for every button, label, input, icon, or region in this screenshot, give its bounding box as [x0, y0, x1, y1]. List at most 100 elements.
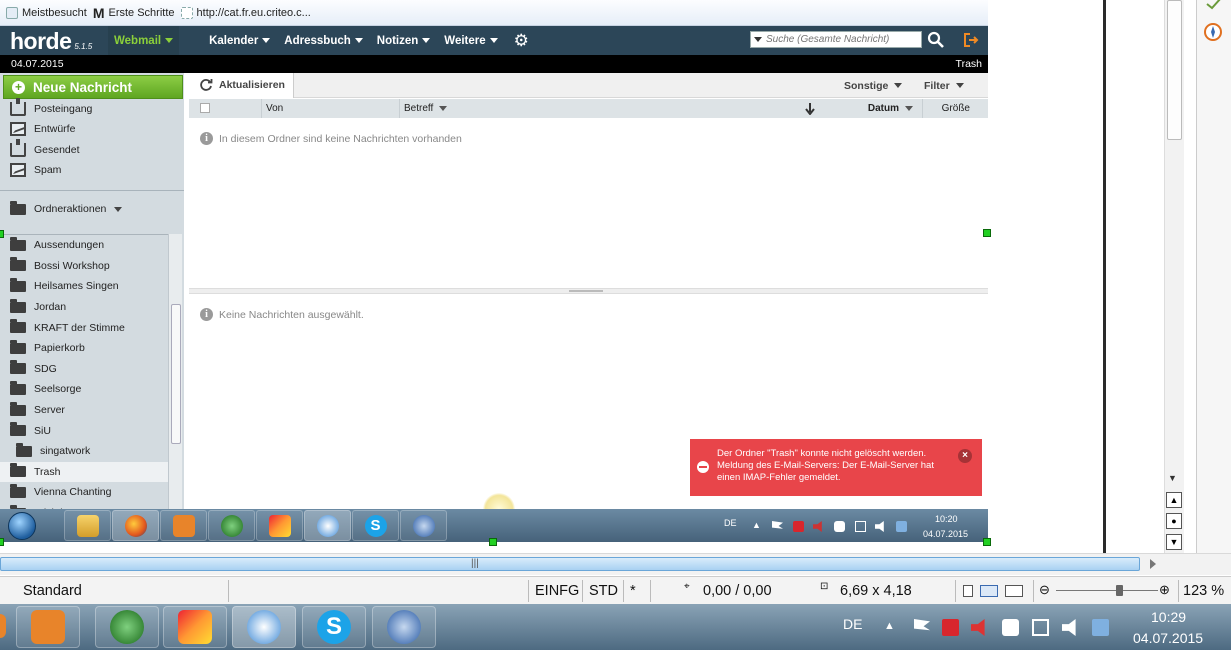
folder-scrollbar[interactable] — [168, 234, 182, 542]
flag-icon[interactable] — [772, 521, 783, 529]
sidebar-item-inbox[interactable]: Posteingang — [10, 98, 92, 118]
update-icon[interactable] — [896, 521, 907, 532]
windows-start-icon[interactable] — [8, 512, 36, 540]
taskbar-explorer[interactable] — [64, 510, 111, 541]
zoom-slider[interactable] — [1056, 590, 1158, 591]
nav-more[interactable]: Weitere — [444, 35, 498, 47]
navigation-dot-icon[interactable]: ● — [1166, 513, 1182, 529]
zoom-level[interactable]: 123 % — [1183, 577, 1224, 605]
taskbar-thunderbird[interactable] — [372, 606, 436, 648]
taskbar-skype[interactable]: S — [302, 606, 366, 648]
search-input[interactable] — [766, 34, 914, 45]
sidebar-item-spam[interactable]: Spam — [10, 161, 61, 179]
tray-expand-icon[interactable]: ▲ — [752, 520, 761, 530]
sidebar-folder-item[interactable]: singatwork — [0, 441, 168, 462]
sidebar-folder-item[interactable]: Heilsames Singen — [0, 276, 168, 297]
dropbox-icon[interactable] — [1002, 619, 1019, 636]
antivirus-icon[interactable] — [942, 619, 959, 636]
search-icon[interactable] — [927, 31, 945, 49]
page-style[interactable]: Standard — [23, 577, 82, 605]
scroll-right-arrow-icon[interactable] — [1150, 559, 1156, 569]
other-menu[interactable]: Sonstige — [844, 73, 903, 98]
scrollbar-thumb[interactable] — [171, 304, 181, 444]
taskbar-openoffice[interactable] — [304, 510, 351, 541]
nav-calendar[interactable]: Kalender — [209, 35, 271, 47]
folder-actions[interactable]: Ordneraktionen — [10, 200, 123, 215]
taskbar-openoffice[interactable] — [232, 606, 296, 648]
sidebar-folder-item[interactable]: Bossi Workshop — [0, 256, 168, 277]
new-message-button[interactable]: + Neue Nachricht — [3, 75, 183, 99]
clock-date[interactable]: 04.07.2015 — [923, 529, 968, 539]
dropbox-icon[interactable] — [834, 521, 845, 532]
nav-addressbook[interactable]: Adressbuch — [284, 35, 363, 47]
update-icon[interactable] — [1092, 619, 1109, 636]
multi-page-view-icon[interactable] — [980, 585, 998, 597]
network-icon[interactable] — [855, 521, 866, 532]
antivirus-icon[interactable] — [793, 521, 804, 532]
nav-notes[interactable]: Notizen — [377, 35, 431, 47]
gear-icon[interactable]: ⚙ — [514, 31, 529, 51]
sort-arrow-down-icon[interactable] — [805, 103, 815, 115]
taskbar-thunderbird[interactable] — [400, 510, 447, 541]
column-from[interactable]: Von — [261, 99, 283, 118]
book-view-icon[interactable] — [1005, 585, 1023, 597]
sidebar-item-drafts[interactable]: Entwürfe — [10, 120, 75, 138]
language-indicator[interactable]: DE — [843, 616, 862, 632]
taskbar-photos[interactable] — [163, 606, 227, 648]
select-all-checkbox[interactable] — [200, 103, 210, 113]
flag-icon[interactable] — [914, 619, 930, 631]
navigator-compass-icon[interactable] — [1203, 22, 1223, 42]
speaker-muted-icon[interactable] — [971, 619, 985, 636]
scrollbar-thumb[interactable] — [1167, 0, 1182, 140]
selection-handle[interactable] — [983, 538, 991, 546]
search-scope-chevron-icon[interactable] — [754, 37, 762, 42]
selection-handle[interactable] — [0, 230, 4, 238]
zoom-in-icon[interactable]: ⊕ — [1159, 582, 1170, 598]
close-icon[interactable]: × — [958, 449, 972, 463]
sidebar-folder-item[interactable]: Aussendungen — [0, 235, 168, 256]
column-date[interactable]: Datum — [819, 99, 921, 118]
selection-handle[interactable] — [983, 229, 991, 237]
clock-date[interactable]: 04.07.2015 — [1133, 630, 1203, 646]
clock-time[interactable]: 10:29 — [1151, 609, 1186, 625]
taskbar-media[interactable] — [160, 510, 207, 541]
next-page-icon[interactable]: ▼ — [1166, 534, 1182, 550]
taskbar-globe[interactable] — [208, 510, 255, 541]
sidebar-item-sent[interactable]: Gesendet — [10, 139, 80, 159]
vertical-scrollbar[interactable] — [1164, 0, 1184, 553]
column-size[interactable]: Größe — [922, 99, 988, 118]
taskbar-globe[interactable] — [95, 606, 159, 648]
bookmark-criteo[interactable]: http://cat.fr.eu.criteo.c... — [180, 6, 311, 19]
scrollbar-thumb[interactable]: ||| — [0, 557, 1140, 571]
taskbar-photos[interactable] — [256, 510, 303, 541]
bookmark-getting-started[interactable]: M Erste Schritte — [93, 6, 175, 20]
horizontal-scrollbar[interactable]: ||| — [0, 553, 1231, 575]
taskbar-media[interactable] — [16, 606, 80, 648]
clock-time[interactable]: 10:20 — [935, 514, 958, 524]
taskbar-firefox[interactable] — [112, 510, 159, 541]
zoom-slider-knob[interactable] — [1116, 585, 1124, 596]
volume-icon[interactable] — [1062, 619, 1076, 636]
pane-splitter[interactable] — [189, 288, 988, 294]
single-page-view-icon[interactable] — [963, 585, 973, 597]
refresh-button[interactable]: Aktualisieren — [189, 72, 294, 98]
logout-icon[interactable] — [962, 31, 980, 49]
sidebar-folder-item[interactable]: Trash — [0, 461, 168, 483]
sidebar-folder-item[interactable]: Jordan — [0, 297, 168, 318]
sidebar-folder-item[interactable]: Server — [0, 400, 168, 421]
selection-handle[interactable] — [489, 538, 497, 546]
network-icon[interactable] — [1032, 619, 1049, 636]
horde-logo[interactable]: horde 5.1.5 — [0, 29, 110, 53]
sidebar-folder-item[interactable]: Vienna Chanting — [0, 482, 168, 503]
bookmark-most-visited[interactable]: Meistbesucht — [6, 6, 87, 19]
filter-menu[interactable]: Filter — [924, 73, 964, 98]
insert-mode[interactable]: EINFG — [535, 577, 579, 605]
styles-icon[interactable] — [1205, 0, 1223, 10]
nav-webmail[interactable]: Webmail — [108, 26, 180, 55]
volume-icon[interactable] — [875, 521, 884, 532]
sidebar-folder-item[interactable]: SiU — [0, 420, 168, 441]
column-subject[interactable]: Betreff — [399, 99, 448, 118]
sidebar-folder-item[interactable]: Papierkorb — [0, 338, 168, 359]
sidebar-folder-item[interactable]: Seelsorge — [0, 379, 168, 400]
taskbar-skype[interactable]: S — [352, 510, 399, 541]
